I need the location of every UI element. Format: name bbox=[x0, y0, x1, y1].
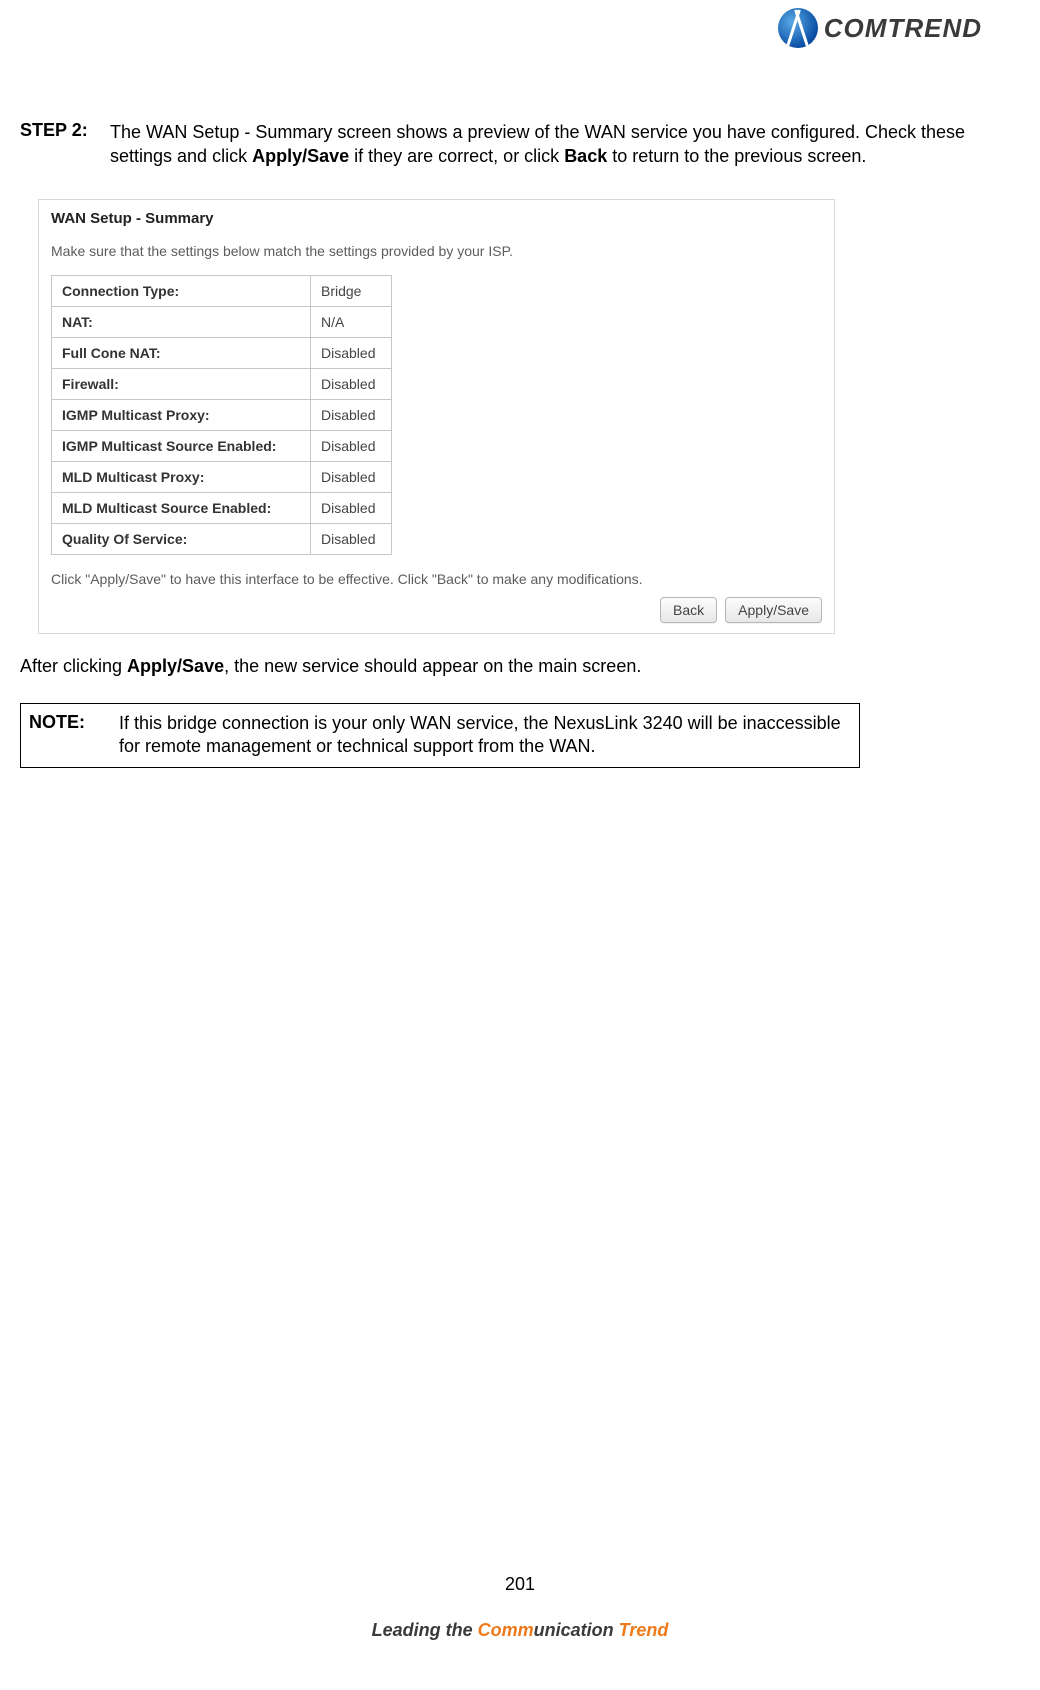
table-row: IGMP Multicast Proxy: Disabled bbox=[52, 399, 392, 430]
summary-key: MLD Multicast Proxy: bbox=[52, 461, 311, 492]
summary-key: MLD Multicast Source Enabled: bbox=[52, 492, 311, 523]
summary-value: Disabled bbox=[311, 368, 392, 399]
step-text-part2: if they are correct, or click bbox=[349, 146, 564, 166]
brand-logo-mark bbox=[778, 8, 818, 48]
summary-key: Quality Of Service: bbox=[52, 523, 311, 554]
back-button[interactable]: Back bbox=[660, 597, 717, 623]
summary-key: Firewall: bbox=[52, 368, 311, 399]
step-apply-bold: Apply/Save bbox=[252, 146, 349, 166]
summary-value: Disabled bbox=[311, 430, 392, 461]
brand-name: COMTREND bbox=[824, 13, 982, 44]
panel-title: WAN Setup - Summary bbox=[51, 210, 824, 227]
step-2: STEP 2: The WAN Setup - Summary screen s… bbox=[20, 120, 1020, 169]
brand-logo: COMTREND bbox=[778, 8, 982, 48]
note-box: NOTE: If this bridge connection is your … bbox=[20, 703, 860, 769]
table-row: Firewall: Disabled bbox=[52, 368, 392, 399]
summary-value: Bridge bbox=[311, 275, 392, 306]
panel-subtitle: Make sure that the settings below match … bbox=[51, 243, 824, 259]
table-row: Connection Type: Bridge bbox=[52, 275, 392, 306]
tagline-comm: Comm bbox=[478, 1620, 534, 1640]
panel-footer-text: Click "Apply/Save" to have this interfac… bbox=[51, 571, 824, 587]
table-row: NAT: N/A bbox=[52, 306, 392, 337]
after-apply-bold: Apply/Save bbox=[127, 656, 224, 676]
after-click-text: After clicking Apply/Save, the new servi… bbox=[20, 656, 1020, 677]
after-text-part1: After clicking bbox=[20, 656, 127, 676]
table-row: MLD Multicast Source Enabled: Disabled bbox=[52, 492, 392, 523]
summary-value: Disabled bbox=[311, 337, 392, 368]
wan-setup-summary-panel: WAN Setup - Summary Make sure that the s… bbox=[38, 199, 835, 634]
summary-value: Disabled bbox=[311, 492, 392, 523]
summary-key: Connection Type: bbox=[52, 275, 311, 306]
table-row: MLD Multicast Proxy: Disabled bbox=[52, 461, 392, 492]
tagline-lead: Leading the bbox=[372, 1620, 478, 1640]
tagline-unication: unication bbox=[534, 1620, 619, 1640]
panel-buttons: Back Apply/Save bbox=[49, 597, 824, 623]
step-text-part3: to return to the previous screen. bbox=[607, 146, 866, 166]
step-back-bold: Back bbox=[564, 146, 607, 166]
summary-value: N/A bbox=[311, 306, 392, 337]
after-text-part2: , the new service should appear on the m… bbox=[224, 656, 641, 676]
note-text: If this bridge connection is your only W… bbox=[119, 712, 851, 760]
tagline-trend: Trend bbox=[619, 1620, 669, 1640]
step-label: STEP 2: bbox=[20, 120, 110, 169]
summary-value: Disabled bbox=[311, 461, 392, 492]
footer-tagline: Leading the Communication Trend bbox=[0, 1620, 1040, 1641]
summary-value: Disabled bbox=[311, 399, 392, 430]
summary-key: IGMP Multicast Proxy: bbox=[52, 399, 311, 430]
apply-save-button[interactable]: Apply/Save bbox=[725, 597, 822, 623]
table-row: Quality Of Service: Disabled bbox=[52, 523, 392, 554]
table-row: IGMP Multicast Source Enabled: Disabled bbox=[52, 430, 392, 461]
note-label: NOTE: bbox=[29, 712, 119, 760]
summary-key: IGMP Multicast Source Enabled: bbox=[52, 430, 311, 461]
summary-key: NAT: bbox=[52, 306, 311, 337]
summary-value: Disabled bbox=[311, 523, 392, 554]
summary-table: Connection Type: Bridge NAT: N/A Full Co… bbox=[51, 275, 392, 555]
step-text: The WAN Setup - Summary screen shows a p… bbox=[110, 120, 1020, 169]
page-number: 201 bbox=[0, 1574, 1040, 1595]
table-row: Full Cone NAT: Disabled bbox=[52, 337, 392, 368]
summary-key: Full Cone NAT: bbox=[52, 337, 311, 368]
